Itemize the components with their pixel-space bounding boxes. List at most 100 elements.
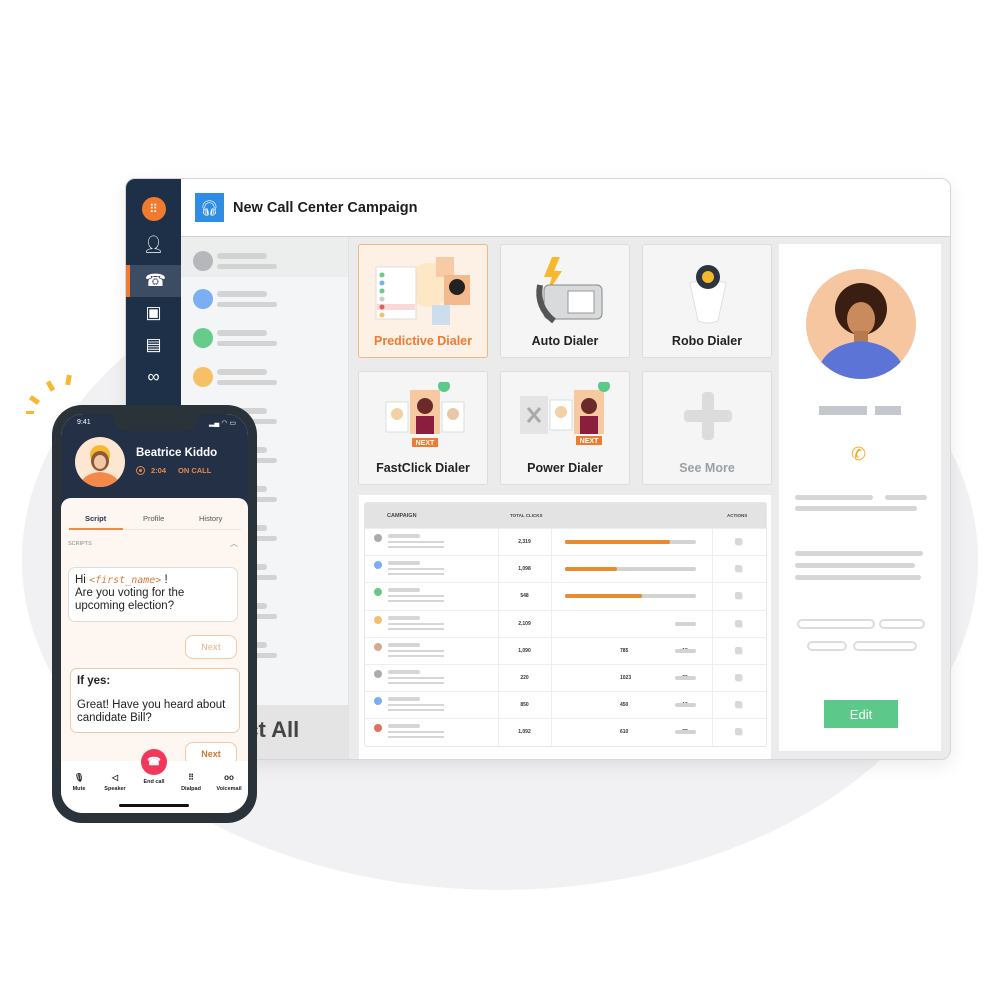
card-label: Robo Dialer bbox=[671, 334, 743, 348]
mobile-phone: 9:41 ▂▄ ◠ ▭ Beatrice Kiddo 2:04 ON CALL … bbox=[52, 405, 257, 823]
progress-fill bbox=[565, 540, 670, 544]
end-call-icon: ☎ bbox=[141, 749, 167, 775]
tab-script[interactable]: Script bbox=[85, 514, 106, 523]
fastclick-dialer-card[interactable]: NEXT FastClick Dialer bbox=[358, 371, 488, 485]
row-action-icon[interactable] bbox=[735, 701, 742, 709]
script-body: Are you voting for the upcoming election… bbox=[75, 587, 185, 612]
microphone-icon: 🎙︎ bbox=[73, 773, 85, 782]
row-action-icon[interactable] bbox=[735, 728, 742, 736]
action-label: End call bbox=[143, 779, 165, 785]
list-item[interactable] bbox=[193, 365, 343, 389]
logo-icon[interactable]: ⠿ bbox=[126, 193, 181, 225]
placeholder-pill bbox=[675, 621, 696, 626]
row-action-icon[interactable] bbox=[735, 673, 742, 681]
campaign-color-dot bbox=[374, 669, 382, 678]
row-action-icon[interactable] bbox=[735, 646, 742, 654]
robot-illustration bbox=[689, 265, 727, 324]
plus-icon bbox=[684, 392, 732, 440]
table-row[interactable]: 548 bbox=[365, 582, 766, 610]
row-action-icon[interactable] bbox=[735, 538, 742, 545]
link-icon[interactable]: ∞ bbox=[126, 361, 181, 393]
action-label: Mute bbox=[72, 786, 86, 792]
power-dialer-card[interactable]: NEXT Power Dialer bbox=[500, 371, 630, 485]
caller-avatar bbox=[75, 437, 125, 487]
progress-bar bbox=[565, 567, 696, 572]
next-button[interactable]: Next bbox=[185, 635, 237, 659]
dialpad-icon: ⠿ bbox=[188, 773, 194, 782]
cell-value: 785 bbox=[620, 647, 629, 654]
caller-name: Beatrice Kiddo bbox=[136, 447, 218, 459]
campaign-color-dot bbox=[374, 642, 382, 651]
placeholder-pill bbox=[675, 648, 696, 653]
campaign-table-panel: CAMPAIGN TOTAL CLICKS ACTIONS 2,319 1,09… bbox=[359, 495, 771, 759]
row-action-icon[interactable] bbox=[735, 619, 742, 627]
header-campaign: CAMPAIGN bbox=[387, 512, 417, 519]
power-dialer-illustration: NEXT bbox=[520, 382, 610, 445]
predictive-dialer-card[interactable]: Predictive Dialer bbox=[358, 244, 488, 358]
script-body: Great! Have you heard about candidate Bi… bbox=[77, 699, 226, 724]
dialpad-button[interactable]: ⠿ Dialpad bbox=[173, 773, 209, 792]
row-action-icon[interactable] bbox=[735, 565, 742, 573]
campaign-table: CAMPAIGN TOTAL CLICKS ACTIONS 2,319 1,09… bbox=[364, 502, 767, 747]
header-actions: ACTIONS bbox=[727, 513, 748, 518]
total-clicks: 220 bbox=[520, 675, 529, 682]
fastclick-illustration: NEXT bbox=[385, 382, 465, 447]
conditional-script-bubble: If yes: Great! Have you heard about cand… bbox=[70, 668, 240, 733]
table-row[interactable]: 85045010 bbox=[365, 691, 766, 719]
phone-card-icon[interactable]: ☎ bbox=[126, 265, 181, 297]
progress-bar bbox=[565, 540, 696, 544]
table-row[interactable]: 220102320 bbox=[365, 663, 766, 692]
contacts-book-icon[interactable]: ▣ bbox=[126, 297, 181, 329]
id-card-icon[interactable]: ▤ bbox=[126, 329, 181, 361]
list-item[interactable] bbox=[193, 249, 343, 273]
call-duration: 2:04 bbox=[151, 466, 167, 475]
mute-button[interactable]: 🎙︎ Mute bbox=[61, 773, 97, 792]
total-clicks: 2,319 bbox=[518, 539, 531, 546]
tab-history[interactable]: History bbox=[199, 514, 222, 523]
total-clicks: 2,109 bbox=[518, 620, 531, 627]
auto-dialer-card[interactable]: Auto Dialer bbox=[500, 244, 630, 358]
chevron-up-icon[interactable]: ︿ bbox=[230, 538, 238, 549]
list-item[interactable] bbox=[193, 326, 343, 350]
voicemail-button[interactable]: oo Voicemail bbox=[211, 773, 247, 792]
speaker-button[interactable]: ◁ Speaker bbox=[97, 773, 133, 792]
campaign-color-dot bbox=[374, 534, 382, 542]
total-clicks: 850 bbox=[520, 702, 529, 709]
desk-phone-illustration bbox=[536, 257, 603, 324]
placeholder-pill bbox=[675, 703, 696, 708]
see-more-card[interactable]: See More bbox=[642, 371, 772, 485]
action-label: Speaker bbox=[104, 786, 126, 792]
total-clicks: 548 bbox=[520, 593, 529, 600]
table-row[interactable]: 2,109 bbox=[365, 609, 766, 637]
phone-icon[interactable]: ✆ bbox=[851, 444, 866, 465]
tab-profile[interactable]: Profile bbox=[143, 514, 164, 523]
table-header: CAMPAIGN TOTAL CLICKS ACTIONS bbox=[365, 503, 766, 528]
script-text: ! bbox=[161, 574, 168, 586]
total-clicks: 1,098 bbox=[518, 566, 531, 573]
table-row[interactable]: 1,098 bbox=[365, 555, 766, 583]
record-icon bbox=[136, 466, 145, 475]
status-icons: ▂▄ ◠ ▭ bbox=[209, 420, 236, 427]
end-call-button[interactable]: ☎ End call bbox=[136, 749, 172, 785]
total-clicks: 1,092 bbox=[518, 729, 531, 736]
header: 🎧︎ New Call Center Campaign bbox=[181, 179, 950, 237]
variable-placeholder: <first_name> bbox=[89, 575, 162, 586]
progress-fill bbox=[565, 594, 643, 599]
row-action-icon[interactable] bbox=[735, 592, 742, 600]
user-icon[interactable]: 👤︎ bbox=[126, 229, 181, 261]
campaign-color-dot bbox=[374, 588, 382, 597]
placeholder-pill bbox=[675, 675, 696, 680]
table-row[interactable]: 2,319 bbox=[365, 528, 766, 556]
card-label: FastClick Dialer bbox=[376, 461, 470, 475]
robo-dialer-card[interactable]: Robo Dialer bbox=[642, 244, 772, 358]
table-row[interactable]: 1,09261022 bbox=[365, 718, 766, 746]
placeholder-pill bbox=[675, 730, 696, 735]
action-label: Dialpad bbox=[181, 786, 201, 792]
edit-button[interactable]: Edit bbox=[824, 700, 898, 728]
predictive-dialer-illustration bbox=[375, 257, 470, 325]
card-label: Predictive Dialer bbox=[374, 334, 472, 348]
card-label: Auto Dialer bbox=[531, 334, 599, 348]
home-indicator bbox=[119, 804, 189, 807]
list-item[interactable] bbox=[193, 287, 343, 311]
table-row[interactable]: 1,09078518 bbox=[365, 636, 766, 664]
